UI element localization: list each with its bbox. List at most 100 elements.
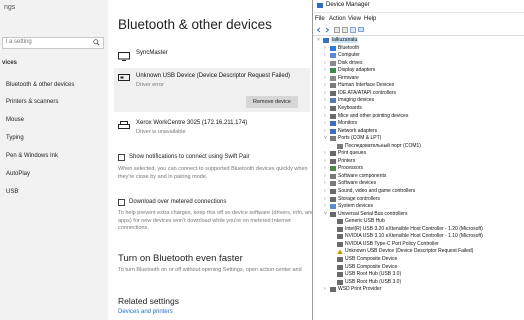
scan-hardware-icon[interactable] — [350, 27, 356, 33]
expand-icon[interactable]: › — [324, 128, 329, 134]
device-icon — [337, 279, 343, 285]
settings-title: ngs — [4, 4, 16, 11]
device-manager-icon — [317, 3, 323, 8]
swift-pair-description: When selected, you can connect to suppor… — [118, 166, 308, 180]
sidebar-item-pen[interactable]: Pen & Windows Ink — [6, 153, 58, 159]
menu-help[interactable]: Help — [364, 16, 376, 22]
device-xerox[interactable]: Xerox WorkCentre 3025 (172.16.211.174) D… — [114, 118, 310, 138]
tree-label: IDE ATA/ATAPI controllers — [338, 89, 396, 96]
sidebar-item-mouse[interactable]: Mouse — [6, 117, 24, 123]
device-icon — [330, 158, 336, 164]
expand-icon[interactable]: › — [324, 52, 329, 58]
device-icon — [330, 204, 336, 210]
device-manager-window: Device Manager File Action View Help ˅ la… — [312, 0, 524, 320]
devices-and-printers-link[interactable]: Devices and printers — [118, 309, 173, 315]
collapse-icon[interactable]: ˅ — [324, 135, 329, 141]
expand-icon[interactable]: › — [324, 97, 329, 103]
device-syncmaster[interactable]: SyncMaster — [114, 50, 310, 64]
tree-label: Intel(R) USB 3.20 eXtensible Host Contro… — [345, 225, 483, 232]
metered-label: Download over metered connections — [129, 199, 227, 205]
related-settings-heading: Related settings — [118, 296, 179, 306]
expand-icon[interactable]: › — [324, 203, 329, 209]
device-status: Driver is unavailable — [136, 129, 186, 135]
device-icon — [330, 90, 336, 96]
monitor-icon[interactable] — [358, 27, 364, 33]
sidebar-item-autoplay[interactable]: AutoPlay — [6, 171, 30, 177]
search-input[interactable]: l a setting — [2, 37, 104, 49]
bluetooth-faster-heading: Turn on Bluetooth even faster — [118, 253, 243, 264]
forward-icon[interactable] — [324, 27, 330, 33]
tree-label: Computer — [338, 52, 360, 59]
back-icon[interactable] — [316, 27, 322, 33]
expand-icon[interactable]: › — [324, 90, 329, 96]
sidebar-item-typing[interactable]: Typing — [6, 135, 24, 141]
device-icon — [330, 173, 336, 179]
menu-view[interactable]: View — [348, 16, 361, 22]
expand-icon[interactable]: › — [324, 113, 329, 119]
help-icon[interactable] — [342, 27, 348, 33]
tree-label: Software devices — [338, 180, 377, 187]
sidebar-item-printers[interactable]: Printers & scanners — [6, 99, 58, 105]
warning-icon — [337, 249, 343, 255]
tree-label: USB Composite Device — [345, 255, 398, 262]
metered-checkbox[interactable] — [118, 199, 125, 206]
tree-label: USB Root Hub (USB 3.0) — [345, 271, 402, 278]
tree-label: Mice and other pointing devices — [338, 112, 409, 119]
tree-label: NVIDIA USB Type-C Port Policy Controller — [345, 240, 439, 247]
settings-main: Bluetooth & other devices SyncMaster Unk… — [108, 0, 314, 320]
properties-icon[interactable] — [334, 27, 340, 33]
expand-icon[interactable]: › — [324, 165, 329, 171]
expand-icon[interactable]: › — [324, 180, 329, 186]
device-icon — [330, 98, 336, 104]
tree-label: Ports (COM & LPT) — [338, 135, 382, 142]
search-placeholder: l a setting — [6, 39, 32, 45]
expand-icon[interactable]: › — [324, 120, 329, 126]
tree-label: lalkuzanatu — [331, 37, 359, 43]
expand-icon[interactable]: › — [324, 173, 329, 179]
collapse-icon[interactable]: ˅ — [317, 37, 322, 43]
sidebar-item-usb[interactable]: USB — [6, 189, 18, 195]
expand-icon[interactable]: › — [324, 60, 329, 66]
expand-icon[interactable]: › — [324, 45, 329, 51]
tree-label: Print queues — [338, 150, 367, 157]
device-icon — [330, 53, 336, 59]
device-icon — [330, 189, 336, 194]
device-unknown-usb[interactable]: Unknown USB Device (Device Descriptor Re… — [114, 68, 310, 112]
expand-icon[interactable]: › — [324, 105, 329, 111]
tree-label: Sound, video and game controllers — [338, 188, 416, 194]
tree-label: Processors — [338, 165, 364, 172]
menu-file[interactable]: File — [315, 16, 325, 22]
tree-label: Monitors — [338, 120, 358, 127]
device-icon — [337, 143, 343, 149]
tree-label: Disk drives — [338, 59, 363, 66]
sidebar-item-bluetooth[interactable]: Bluetooth & other devices — [6, 82, 74, 88]
expand-icon[interactable]: › — [324, 67, 329, 73]
collapse-icon[interactable]: ˅ — [324, 211, 329, 217]
toolbar — [313, 25, 524, 36]
menu-action[interactable]: Action — [329, 16, 346, 22]
tree-label: Bluetooth — [338, 44, 360, 51]
metered-description: To help prevent extra charges, keep this… — [118, 210, 315, 231]
expand-icon[interactable]: › — [324, 286, 329, 292]
tree-label: Network adapters — [338, 127, 378, 134]
device-icon — [330, 196, 336, 202]
swift-pair-checkbox[interactable] — [118, 154, 125, 161]
expand-icon[interactable]: › — [324, 196, 329, 202]
device-icon — [330, 45, 336, 51]
device-icon — [330, 121, 336, 127]
expand-icon[interactable]: › — [324, 158, 329, 164]
expand-icon[interactable]: › — [324, 82, 329, 88]
search-icon — [93, 39, 100, 46]
monitor-icon — [118, 52, 130, 61]
device-icon — [330, 151, 336, 157]
device-tree: ˅ lalkuzanatu › Bluetooth › Computer › Disk dri… — [313, 37, 524, 320]
expand-icon[interactable]: › — [324, 188, 329, 194]
nav-section-devices: vices — [2, 60, 18, 66]
remove-device-button[interactable]: Remove device — [246, 96, 298, 108]
expand-icon[interactable]: › — [324, 75, 329, 81]
device-icon — [337, 241, 343, 247]
tree-label: USB Root Hub (USB 3.0) — [345, 278, 402, 285]
tree-label: Unknown USB Device (Device Descriptor Re… — [345, 248, 474, 255]
device-name: Unknown USB Device (Device Descriptor Re… — [136, 73, 291, 79]
expand-icon[interactable]: › — [324, 150, 329, 156]
